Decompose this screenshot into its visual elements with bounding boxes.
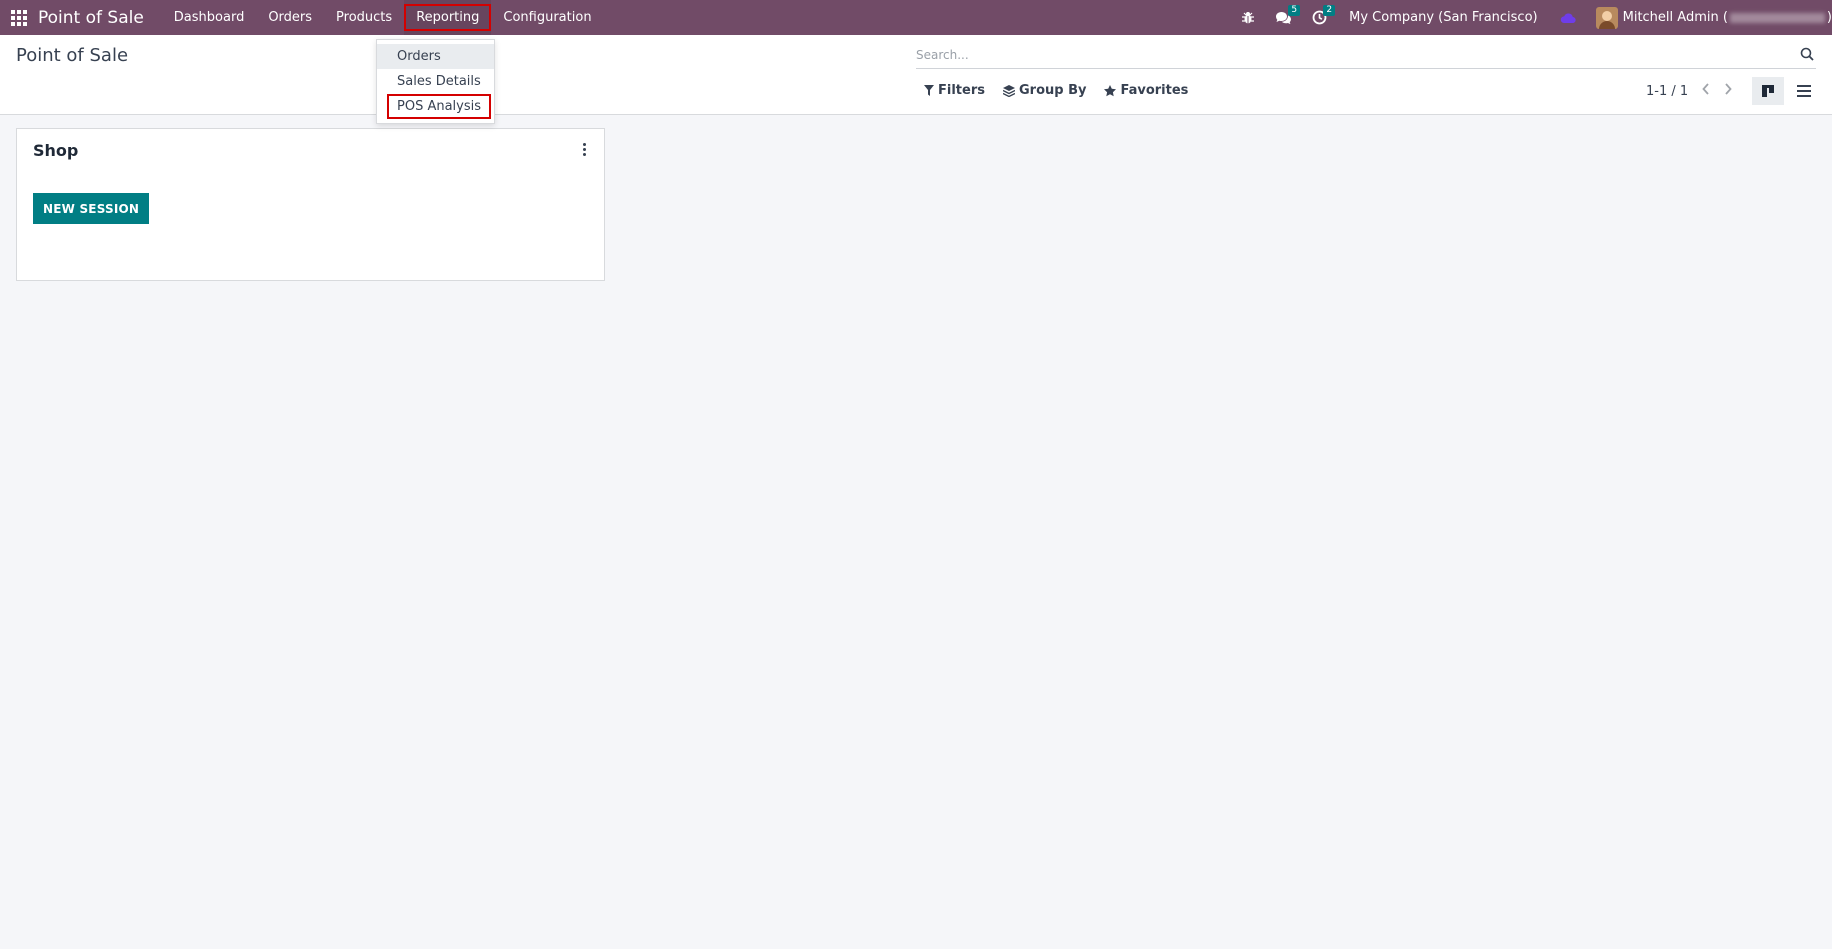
dropdown-item-orders-label: Orders: [397, 49, 441, 64]
pager-value[interactable]: 1-1 / 1: [1646, 84, 1688, 99]
menu-orders-label: Orders: [268, 10, 313, 25]
kanban-view-icon[interactable]: [1752, 77, 1784, 105]
app-brand[interactable]: Point of Sale: [38, 8, 144, 28]
avatar: [1595, 6, 1618, 29]
menu-products[interactable]: Products: [324, 0, 404, 35]
new-session-button[interactable]: NEW SESSION: [33, 193, 150, 224]
user-name-close: ): [1826, 10, 1832, 25]
clock-icon[interactable]: 2: [1302, 0, 1337, 35]
menu-dashboard-label: Dashboard: [173, 10, 245, 25]
dropdown-item-sales-details-label: Sales Details: [397, 74, 481, 89]
control-panel: Point of Sale Filters Group By Favorites…: [0, 35, 1832, 115]
card-title: Shop: [33, 141, 79, 160]
filter-icon: [924, 85, 934, 96]
chat-icon[interactable]: 5: [1265, 0, 1302, 35]
view-switcher: [1752, 77, 1820, 105]
layers-icon: [1002, 84, 1015, 97]
page-title: Point of Sale: [16, 45, 129, 66]
menu-configuration-label: Configuration: [503, 10, 592, 25]
search-options: Filters Group By Favorites: [924, 83, 1188, 98]
search-input[interactable]: [916, 43, 1776, 67]
top-navbar: Point of Sale Dashboard Orders Products …: [0, 0, 1832, 35]
menu-products-label: Products: [336, 10, 393, 25]
activities-badge: 2: [1323, 5, 1336, 16]
search-icon[interactable]: [1800, 47, 1816, 63]
menu-reporting[interactable]: Reporting: [404, 0, 492, 35]
bug-icon[interactable]: [1231, 0, 1265, 35]
menu-reporting-label: Reporting: [404, 4, 492, 31]
filters-button[interactable]: Filters: [924, 83, 985, 98]
dropdown-item-orders[interactable]: Orders: [377, 44, 494, 69]
menu-dashboard[interactable]: Dashboard: [162, 0, 257, 35]
search-bar: [916, 43, 1816, 69]
list-view-icon[interactable]: [1788, 77, 1820, 105]
user-menu[interactable]: Mitchell Admin ( ): [1586, 0, 1832, 35]
dropdown-item-pos-analysis-label: POS Analysis: [386, 94, 492, 119]
group-by-button[interactable]: Group By: [1002, 83, 1087, 98]
dropdown-item-pos-analysis[interactable]: POS Analysis: [377, 94, 494, 119]
star-icon: [1104, 84, 1117, 96]
company-switcher[interactable]: My Company (San Francisco): [1337, 10, 1549, 25]
navbar-systray: 5 2 My Company (San Francisco) Mitchell …: [1231, 0, 1832, 35]
menu-orders[interactable]: Orders: [256, 0, 324, 35]
filters-label: Filters: [938, 83, 985, 98]
pos-config-card: Shop NEW SESSION: [16, 128, 605, 281]
pager: 1-1 / 1: [1646, 83, 1732, 99]
menu-configuration[interactable]: Configuration: [491, 0, 603, 35]
favorites-button[interactable]: Favorites: [1104, 83, 1188, 98]
cloud-icon[interactable]: [1550, 0, 1586, 35]
user-name: Mitchell Admin (: [1622, 10, 1728, 25]
vertical-dots-icon[interactable]: [578, 141, 590, 157]
reporting-dropdown: Orders Sales Details POS Analysis: [376, 39, 495, 124]
favorites-label: Favorites: [1120, 83, 1189, 98]
blurred-user-db: [1729, 12, 1825, 23]
dropdown-item-sales-details[interactable]: Sales Details: [377, 69, 494, 94]
group-by-label: Group By: [1018, 83, 1087, 98]
chevron-right-icon[interactable]: [1724, 83, 1732, 99]
messages-badge: 5: [1288, 5, 1301, 16]
chevron-left-icon[interactable]: [1702, 83, 1710, 99]
apps-grid-icon[interactable]: [0, 0, 38, 35]
